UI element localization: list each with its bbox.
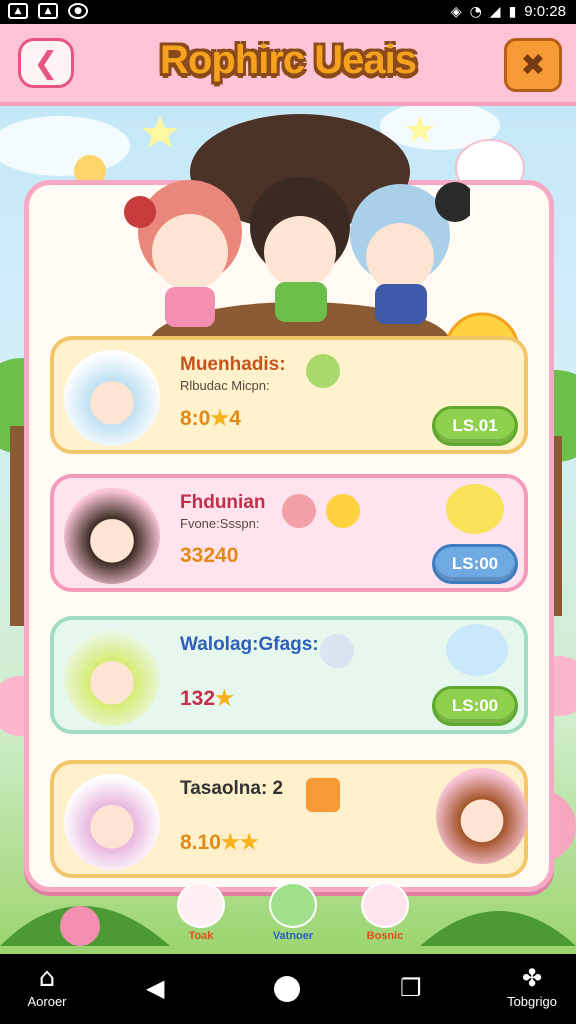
character-avatar: [64, 630, 160, 726]
close-button[interactable]: ✖: [504, 38, 562, 92]
score-value: 132: [180, 687, 216, 710]
card-name: Muenhadis:: [180, 354, 286, 375]
image-icon: ▲: [8, 3, 28, 19]
frog-icon: [306, 354, 340, 388]
buy-button[interactable]: LS:00: [432, 686, 518, 726]
wifi-icon: ◔: [469, 3, 482, 20]
cloud-ghost-icon: [446, 624, 508, 676]
character-avatar: [64, 774, 160, 870]
tab-vatnoer[interactable]: Vatnoer: [258, 882, 328, 952]
character-avatar: [64, 488, 160, 584]
slime-icon: [269, 882, 317, 928]
score-value: 8:0: [180, 407, 211, 430]
recents-button[interactable]: ❐: [400, 974, 422, 1002]
bunny-icon: [177, 882, 225, 928]
page-title: Rophirc Ueais: [160, 38, 417, 82]
chick-icon: [326, 494, 360, 528]
recents-icon: ❐: [400, 974, 422, 1002]
bottom-tab-bar: Toak Vatnoer Bosnic: [166, 882, 426, 952]
circle-icon: [274, 976, 300, 1002]
star-badge-icon: [306, 778, 340, 812]
status-bar: ▲ ▲ ● ◈ ◔ ◢ ▮ 9:0:28: [0, 0, 576, 24]
vibrate-icon: ◈: [450, 3, 462, 20]
status-time: 9:0:28: [524, 3, 566, 20]
bear-character-icon: [436, 768, 528, 864]
slime-icon: [446, 484, 504, 534]
triangle-back-icon: ◀: [146, 974, 165, 1002]
tab-toak[interactable]: Toak: [166, 882, 236, 952]
toy-icon: [320, 634, 354, 668]
back-button[interactable]: ❮: [18, 38, 74, 88]
character-card[interactable]: Walolag:Gfags: 132★ LS:00: [50, 616, 528, 734]
header-bar: ❮ Rophirc Ueais ✖: [0, 24, 576, 106]
home-label: Aoroer: [27, 994, 67, 1009]
image-icon: ▲: [38, 3, 58, 19]
score-tail: 4: [229, 407, 241, 430]
settings-icon: ●: [68, 3, 88, 19]
character-card[interactable]: Fhdunian Fvone:Ssspn: 33240 LS:00: [50, 474, 528, 592]
close-x-icon: ✖: [520, 47, 546, 83]
character-card[interactable]: Muenhadis: Rlbudac Micpn: 8:0★4 LS.01: [50, 336, 528, 454]
card-score: 8.10★★: [180, 830, 259, 855]
card-subtitle: Fvone:Ssspn:: [180, 516, 260, 531]
score-value: 8.10: [180, 831, 221, 854]
pig-icon: [282, 494, 316, 528]
card-score: 132★: [180, 686, 234, 711]
character-card[interactable]: Tasaolna: 2 8.10★★: [50, 760, 528, 878]
star-icon: ★★: [220, 831, 259, 854]
signal-icon: ◢: [489, 3, 501, 20]
right-nav-item[interactable]: ✤ Tobgrigo: [492, 964, 572, 1009]
back-arrow-icon: ❮: [33, 45, 59, 81]
bear-icon: [361, 882, 409, 928]
card-name: Tasaolna: 2: [180, 778, 284, 799]
tab-label: Vatnoer: [272, 930, 314, 942]
house-icon: ⌂: [38, 963, 56, 993]
card-subtitle: Rlbudac Micpn:: [180, 378, 270, 393]
card-score: 8:0★4: [180, 406, 241, 431]
tab-label: Toak: [188, 930, 214, 942]
star-icon: ★: [215, 687, 234, 710]
puzzle-icon: ✤: [521, 964, 543, 992]
tab-bosnic[interactable]: Bosnic: [350, 882, 420, 952]
card-score: 33240: [180, 544, 239, 567]
star-icon: ★: [210, 407, 230, 430]
battery-icon: ▮: [508, 3, 517, 20]
buy-button[interactable]: LS.01: [432, 406, 518, 446]
home-circle-button[interactable]: [274, 976, 300, 1002]
home-nav-item[interactable]: ⌂ Aoroer: [12, 964, 82, 1009]
right-nav-label: Tobgrigo: [507, 994, 557, 1009]
tab-label: Bosnic: [366, 930, 404, 942]
buy-button[interactable]: LS:00: [432, 544, 518, 584]
back-nav-button[interactable]: ◀: [146, 974, 164, 1002]
card-name: Walolag:Gfags:: [180, 634, 319, 655]
card-name: Fhdunian: [180, 492, 266, 513]
character-avatar: [64, 350, 160, 446]
system-nav-bar: ⌂ Aoroer ◀ ❐ ✤ Tobgrigo: [0, 954, 576, 1024]
